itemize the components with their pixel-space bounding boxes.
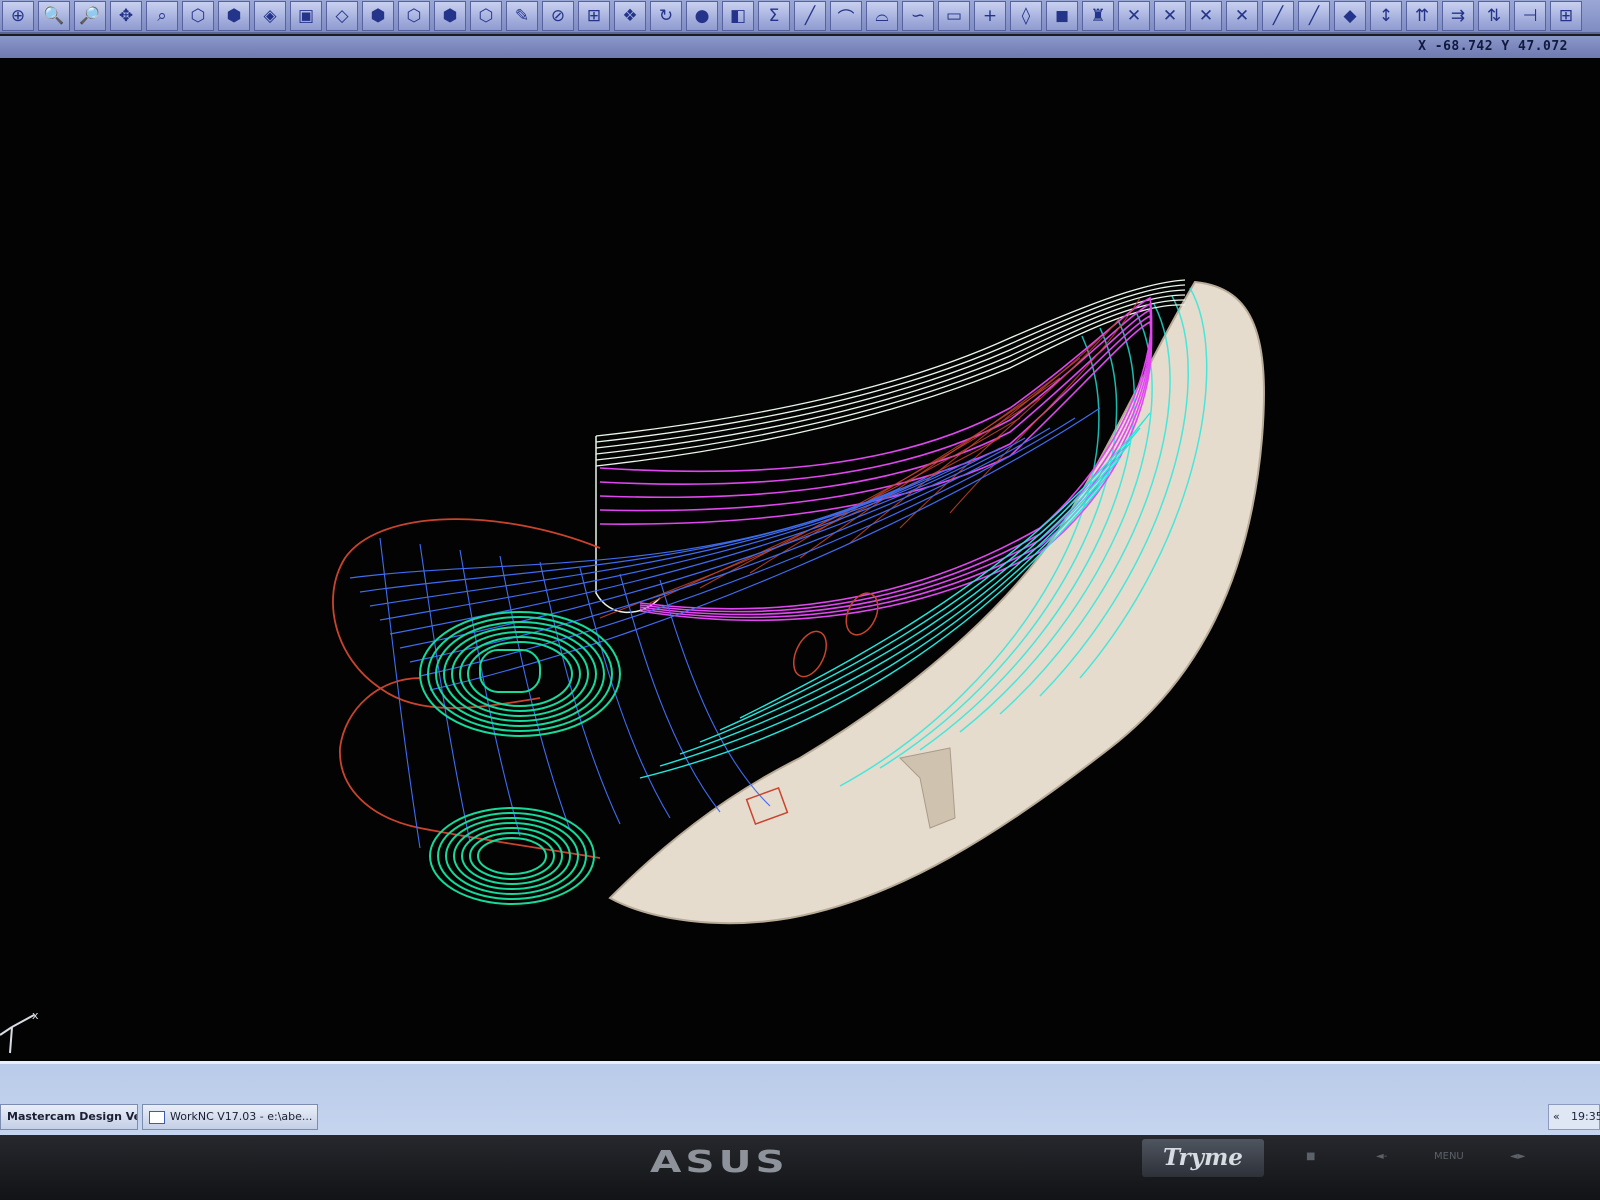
cube-hidden-icon[interactable]: ⬡ bbox=[470, 1, 502, 31]
tryme-badge: Tryme bbox=[1142, 1139, 1264, 1177]
main-toolbar: ⊕ 🔍 🔎 ✥ ⌕ ⬡ ⬢ ◈ ▣ ◇ ⬢ ⬡ ⬢ ⬡ ✎ ⊘ ⊞ ❖ ↻ ● ◧ Σ ╱ ⌒ ⌓ ∽ ▭ + ◊ ◼ ♜ ✕ ✕ ✕ ✕ ╱ ╱ ◆ ↕ ⇈… bbox=[0, 0, 1600, 34]
project-icon[interactable]: ╱ bbox=[1298, 1, 1330, 31]
upper-cleat-ring bbox=[419, 611, 621, 737]
taskbar-mastercam-button[interactable]: Mastercam Design Ve... bbox=[0, 1104, 138, 1130]
mesh-cross-blue bbox=[419, 543, 471, 843]
view-right-icon[interactable]: ◇ bbox=[326, 1, 358, 31]
monitor-button-2[interactable]: ◄- bbox=[1376, 1151, 1387, 1162]
toolpath-icon[interactable]: ⇈ bbox=[1406, 1, 1438, 31]
monitor-button-1[interactable]: ■ bbox=[1306, 1151, 1315, 1162]
verify-icon[interactable]: ⇅ bbox=[1478, 1, 1510, 31]
graphics-viewport[interactable]: x z bbox=[0, 58, 1600, 1110]
zoom-in-icon[interactable]: 🔍 bbox=[38, 1, 70, 31]
join-icon[interactable]: ✕ bbox=[1226, 1, 1258, 31]
asus-logo: ASUS bbox=[650, 1145, 789, 1180]
xform-icon[interactable]: ↕ bbox=[1370, 1, 1402, 31]
trim-icon[interactable]: ✕ bbox=[1118, 1, 1150, 31]
mesh-line-blue bbox=[359, 477, 926, 593]
taskbar-clock[interactable]: 19:35 bbox=[1571, 1105, 1600, 1129]
side-wire-red bbox=[599, 437, 1001, 619]
mesh-line-blue bbox=[379, 457, 976, 621]
tray-expand-icon[interactable]: « bbox=[1553, 1105, 1560, 1129]
windows-taskbar: Mastercam Design Ve... WorkNC V17.03 - e… bbox=[0, 1061, 1600, 1135]
system-tray: « 19:35 bbox=[1548, 1104, 1600, 1130]
grid-icon[interactable]: ⊞ bbox=[1550, 1, 1582, 31]
side-wire-red bbox=[749, 377, 1061, 574]
upper-cleat-ring bbox=[459, 636, 581, 712]
mesh-cross-blue bbox=[619, 573, 721, 813]
solids-icon[interactable]: ◧ bbox=[722, 1, 754, 31]
taskbar-mastercam-label: Mastercam Design Ve... bbox=[7, 1110, 137, 1123]
cursor-coordinates: X -68.742 Y 47.072 bbox=[1418, 39, 1568, 54]
rotate-icon[interactable]: ↻ bbox=[650, 1, 682, 31]
pan-icon[interactable]: ✥ bbox=[110, 1, 142, 31]
upper-band-line bbox=[595, 279, 1186, 437]
zoom-window-icon[interactable]: ⊕ bbox=[2, 1, 34, 31]
offset-icon[interactable]: ╱ bbox=[1262, 1, 1294, 31]
upper-cleat-ring bbox=[427, 616, 613, 732]
lower-cleat-ring bbox=[445, 817, 579, 895]
rectangle-icon[interactable]: ▭ bbox=[938, 1, 970, 31]
monitor-menu-button[interactable]: MENU bbox=[1434, 1151, 1464, 1162]
toe-outline-upper bbox=[332, 518, 601, 709]
curve-icon[interactable]: ∽ bbox=[902, 1, 934, 31]
point-icon[interactable]: + bbox=[974, 1, 1006, 31]
taskbar-worknc-button[interactable]: WorkNC V17.03 - e:\abe... bbox=[142, 1104, 318, 1130]
view-front-icon[interactable]: ◈ bbox=[254, 1, 286, 31]
taskbar-worknc-label: WorkNC V17.03 - e:\abe... bbox=[170, 1110, 313, 1123]
plane-icon[interactable]: ◊ bbox=[1010, 1, 1042, 31]
axis-x-label: x bbox=[32, 1013, 39, 1022]
shoe-model[interactable] bbox=[0, 58, 1600, 1061]
box-icon[interactable]: ◼ bbox=[1046, 1, 1078, 31]
backplot-icon[interactable]: ⇉ bbox=[1442, 1, 1474, 31]
cube-solid-icon[interactable]: ⬢ bbox=[362, 1, 394, 31]
no-entry-icon[interactable]: ⊘ bbox=[542, 1, 574, 31]
lower-cleat-ring bbox=[437, 812, 587, 900]
lower-cleat-ring bbox=[469, 832, 555, 880]
pencil-icon[interactable]: ✎ bbox=[506, 1, 538, 31]
view-iso-icon[interactable]: ⬡ bbox=[182, 1, 214, 31]
post-icon[interactable]: ⊣ bbox=[1514, 1, 1546, 31]
sigma-icon[interactable]: Σ bbox=[758, 1, 790, 31]
coordinate-bar: X -68.742 Y 47.072 bbox=[0, 36, 1600, 58]
view-top-icon[interactable]: ⬢ bbox=[218, 1, 250, 31]
arc-icon[interactable]: ⌒ bbox=[830, 1, 862, 31]
window-icon bbox=[149, 1110, 165, 1124]
cube-wire-icon[interactable]: ⬡ bbox=[398, 1, 430, 31]
tower-icon[interactable]: ♜ bbox=[1082, 1, 1114, 31]
zoom-out-icon[interactable]: 🔎 bbox=[74, 1, 106, 31]
extend-icon[interactable]: ✕ bbox=[1190, 1, 1222, 31]
view-side-icon[interactable]: ▣ bbox=[290, 1, 322, 31]
fillet-icon[interactable]: ⌓ bbox=[866, 1, 898, 31]
mesh-line-blue bbox=[389, 447, 1001, 635]
cleat-slot bbox=[479, 649, 541, 693]
break-icon[interactable]: ✕ bbox=[1154, 1, 1186, 31]
sphere-icon[interactable]: ● bbox=[686, 1, 718, 31]
axis-y-line bbox=[0, 1026, 13, 1036]
axis-x-line bbox=[11, 1014, 35, 1028]
cube-shaded-icon[interactable]: ⬢ bbox=[434, 1, 466, 31]
layers-icon[interactable]: ❖ bbox=[614, 1, 646, 31]
surface-icon[interactable]: ◆ bbox=[1334, 1, 1366, 31]
line-icon[interactable]: ╱ bbox=[794, 1, 826, 31]
axis-z-line bbox=[9, 1026, 13, 1054]
monitor-bezel: ASUS Tryme ■ ◄- MENU ◄► bbox=[0, 1135, 1600, 1200]
monitor-button-4[interactable]: ◄► bbox=[1510, 1151, 1525, 1162]
snap-icon[interactable]: ⊞ bbox=[578, 1, 610, 31]
monitor-screen: ⊕ 🔍 🔎 ✥ ⌕ ⬡ ⬢ ◈ ▣ ◇ ⬢ ⬡ ⬢ ⬡ ✎ ⊘ ⊞ ❖ ↻ ● ◧ Σ ╱ ⌒ ⌓ ∽ ▭ + ◊ ◼ ♜ ✕ ✕ ✕ ✕ ╱ ╱ ◆ ↕ ⇈… bbox=[0, 0, 1600, 1135]
zoom-select-icon[interactable]: ⌕ bbox=[146, 1, 178, 31]
